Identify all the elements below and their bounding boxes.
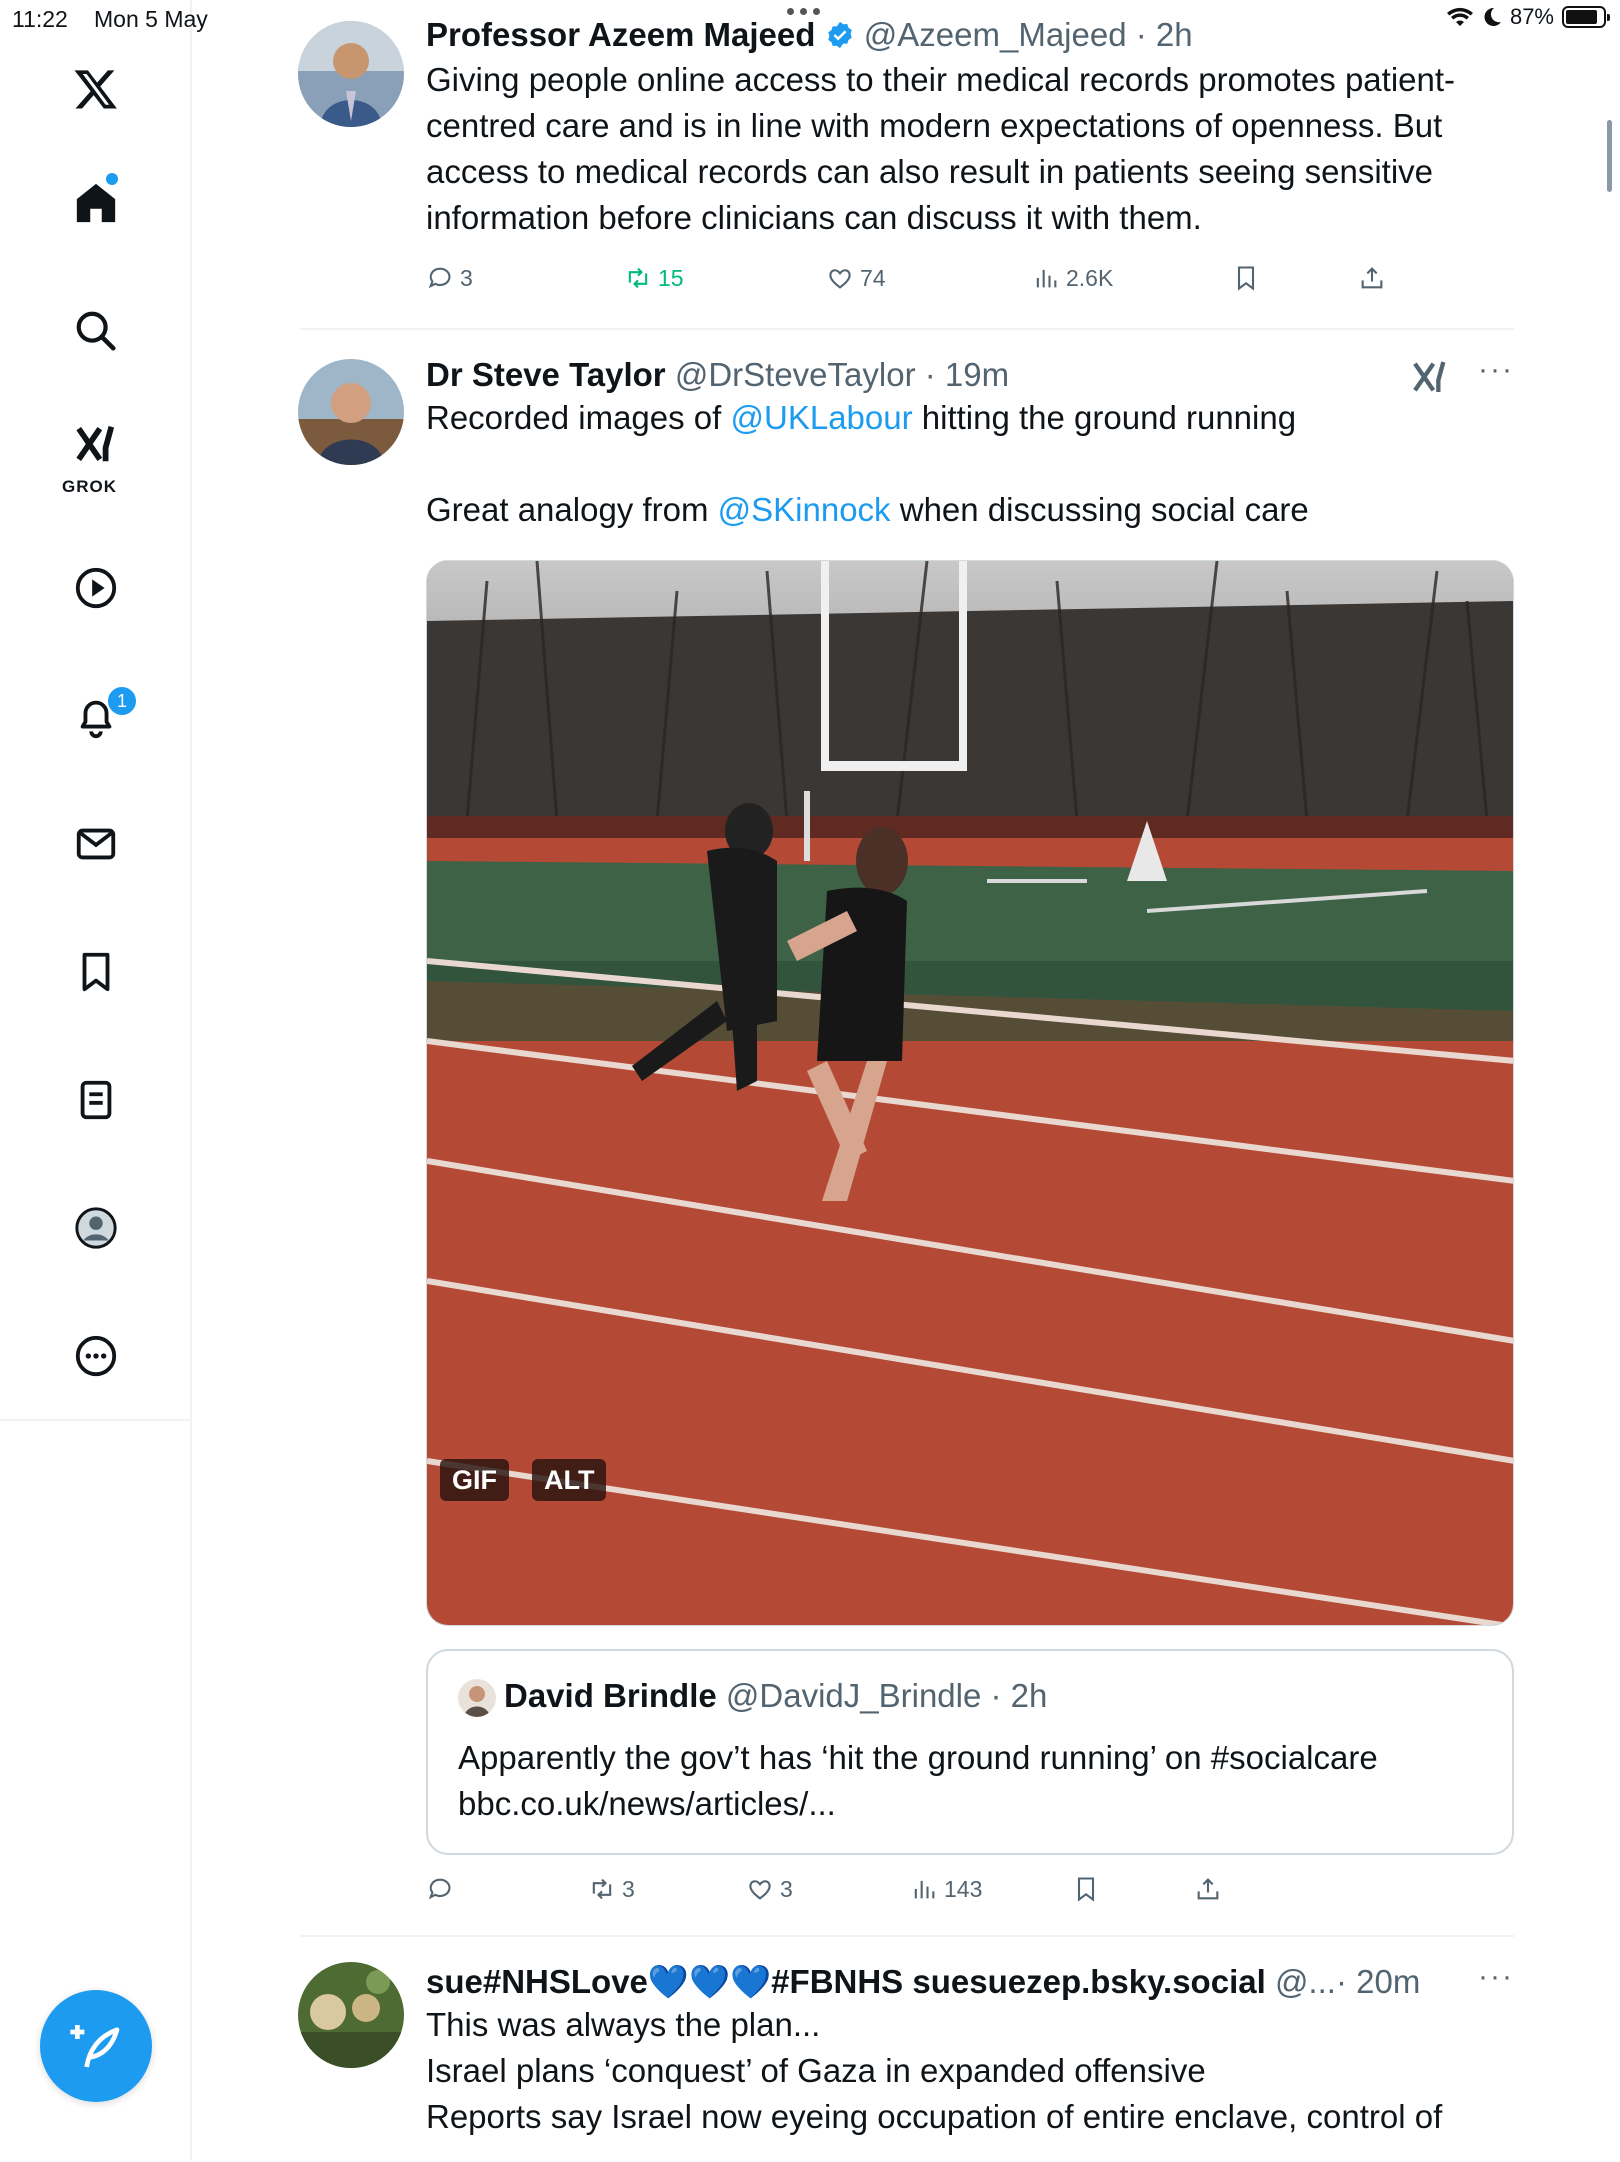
reply-count: 3	[460, 264, 473, 291]
tweet-text-line: Israel plans ‘conquest’ of Gaza in expan…	[426, 2052, 1206, 2089]
reply-icon	[428, 267, 451, 289]
quoted-tweet[interactable]: David Brindle @DavidJ_Brindle · 2h Appar…	[426, 1649, 1514, 1855]
views-icon	[914, 1880, 935, 1899]
reply-icon	[428, 1878, 451, 1900]
grok-icon[interactable]	[1410, 355, 1450, 399]
share-icon	[1197, 1878, 1219, 1900]
grok-icon[interactable]	[48, 414, 144, 474]
author-handle[interactable]: @DrSteveTaylor	[675, 356, 916, 393]
avatar[interactable]	[298, 359, 404, 465]
tweet-text-line: Reports say Israel now eyeing occupation…	[426, 2098, 1443, 2135]
heart-icon	[749, 1880, 771, 1900]
like-count: 74	[860, 264, 886, 291]
quoted-avatar[interactable]	[458, 1679, 496, 1718]
heart-icon	[829, 269, 851, 289]
author-name[interactable]: Dr Steve Taylor	[426, 356, 666, 393]
more-options-button[interactable]: ···	[1478, 1960, 1514, 1994]
compose-icon	[70, 2025, 120, 2068]
mention-link[interactable]: @UKLabour	[731, 399, 913, 436]
battery-icon	[1562, 6, 1610, 28]
tweet-text-part: Recorded images of	[426, 399, 731, 436]
share-button[interactable]	[1194, 1875, 1222, 1903]
tweet-text-line: This was always the plan...	[426, 2006, 821, 2043]
quoted-author-name[interactable]: David Brindle	[504, 1677, 717, 1714]
multitasking-dots[interactable]	[787, 8, 820, 15]
repost-button[interactable]: 15	[624, 264, 684, 292]
wifi-icon	[1446, 7, 1473, 27]
tweet-text-part: Great analogy from	[426, 491, 718, 528]
quoted-tweet-time: · 2h	[990, 1677, 1048, 1714]
share-button[interactable]	[1358, 264, 1386, 292]
views-icon	[1036, 269, 1057, 288]
share-icon	[1361, 267, 1383, 289]
battery-percent: 87%	[1509, 4, 1554, 29]
profile-icon[interactable]	[48, 1188, 144, 1268]
tweet-divider	[300, 328, 1514, 330]
views-count: 2.6K	[1066, 264, 1114, 291]
sidebar-divider	[0, 1419, 192, 1421]
status-bar: 11:22 Mon 5 May 87%	[0, 0, 1620, 40]
sidebar: GROK 1	[0, 0, 192, 2160]
tweet-text: Giving people online access to their med…	[426, 61, 1456, 236]
like-count: 3	[780, 1875, 793, 1902]
mention-link[interactable]: @SKinnock	[718, 491, 891, 528]
alt-text-button[interactable]: ALT	[532, 1459, 607, 1501]
repost-icon	[592, 1878, 612, 1900]
tweet-text-part: hitting the ground running	[912, 399, 1297, 436]
repost-count: 3	[622, 1875, 635, 1902]
quoted-author-handle[interactable]: @DavidJ_Brindle	[726, 1677, 981, 1714]
do-not-disturb-moon-icon	[1484, 7, 1501, 26]
more-options-button[interactable]: ···	[1478, 353, 1514, 387]
reply-button[interactable]	[426, 1875, 460, 1903]
bookmark-icon	[1077, 1877, 1095, 1902]
messages-icon[interactable]	[48, 804, 144, 884]
home-unread-dot	[106, 173, 118, 185]
play-icon[interactable]	[48, 548, 144, 628]
bookmark-icon	[1237, 266, 1255, 291]
bookmark-button[interactable]	[1072, 1875, 1100, 1903]
tweet-steve-taylor[interactable]: Dr Steve Taylor @DrSteveTaylor · 19m Rec…	[298, 353, 1514, 1915]
views-button[interactable]: 143	[910, 1875, 982, 1903]
avatar[interactable]	[298, 1962, 404, 2068]
quoted-tweet-text: Apparently the gov’t has ‘hit the ground…	[458, 1739, 1378, 1822]
like-button[interactable]: 74	[826, 264, 886, 292]
reply-button[interactable]: 3	[426, 264, 473, 292]
scrollbar-thumb[interactable]	[1607, 120, 1612, 192]
x-logo-icon[interactable]	[48, 49, 144, 129]
repost-button[interactable]: 3	[588, 1875, 635, 1903]
tweet-actions: 3 15 74 2.6K	[426, 264, 1426, 304]
grok-label: GROK	[62, 477, 117, 496]
status-time: 11:22	[12, 6, 68, 32]
repost-icon	[628, 267, 648, 289]
tweet-time[interactable]: · 20m	[1336, 1963, 1420, 2000]
views-count: 143	[944, 1875, 983, 1902]
tweet-time[interactable]: · 19m	[925, 356, 1009, 393]
author-handle[interactable]: @...	[1275, 1963, 1336, 2000]
home-icon[interactable]	[48, 163, 144, 243]
repost-count: 15	[658, 264, 684, 291]
status-date: Mon 5 May	[94, 6, 208, 32]
more-icon[interactable]	[48, 1316, 144, 1396]
tweet-actions: 3 3 143	[426, 1875, 1426, 1915]
like-button[interactable]: 3	[746, 1875, 793, 1903]
tweet-sue[interactable]: sue#NHSLove💙💙💙#FBNHS suesuezep.bsky.soci…	[298, 1960, 1514, 2162]
views-button[interactable]: 2.6K	[1032, 264, 1113, 292]
tweet-text-part: when discussing social care	[890, 491, 1309, 528]
search-icon[interactable]	[48, 291, 144, 371]
author-name[interactable]: sue#NHSLove💙💙💙#FBNHS suesuezep.bsky.soci…	[426, 1963, 1266, 2000]
notifications-badge: 1	[106, 685, 138, 717]
bookmarks-icon[interactable]	[48, 932, 144, 1012]
compose-button[interactable]	[40, 1990, 152, 2102]
bookmark-button[interactable]	[1232, 264, 1260, 292]
gif-badge: GIF	[440, 1459, 509, 1501]
tweet-divider	[300, 1935, 1514, 1937]
lists-icon[interactable]	[48, 1060, 144, 1140]
